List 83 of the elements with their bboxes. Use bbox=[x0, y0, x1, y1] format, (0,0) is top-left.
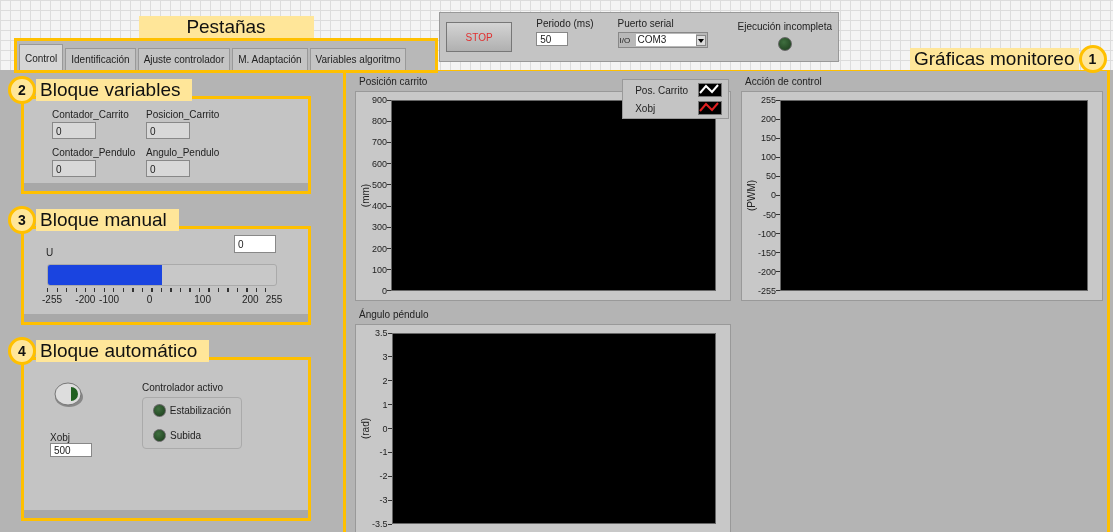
tab[interactable]: Ajuste controlador bbox=[137, 48, 231, 70]
tick-label: -150 bbox=[758, 247, 776, 258]
annotation-label: Bloque automático bbox=[36, 340, 210, 362]
tick-label: 150 bbox=[761, 133, 776, 144]
tick-label: 500 bbox=[372, 179, 388, 190]
tick-label: 0 bbox=[382, 285, 388, 296]
dropdown[interactable]: I/O COM3 bbox=[617, 32, 708, 48]
slider-label: U bbox=[46, 247, 55, 258]
indicator-label: Estabilización bbox=[169, 405, 231, 416]
tab[interactable]: Identificación bbox=[65, 48, 136, 70]
legend-label: Xobj bbox=[635, 102, 656, 114]
caret-icon[interactable] bbox=[695, 34, 706, 46]
tick-label: -50 bbox=[763, 209, 776, 220]
graph-title: Posición carrito bbox=[358, 76, 428, 89]
scale-label: 255 bbox=[265, 294, 280, 305]
tick-label: -200 bbox=[758, 266, 776, 277]
tick-label: 900 bbox=[372, 95, 388, 105]
number-field[interactable]: 50 bbox=[536, 32, 569, 46]
tick-label: 200 bbox=[761, 114, 776, 125]
tab[interactable]: Control bbox=[19, 44, 64, 70]
annotation-label: Bloque manual bbox=[36, 209, 179, 231]
indicator-label: Ejecución incompleta bbox=[737, 21, 832, 32]
tick-label: -1 bbox=[379, 447, 388, 458]
tick-label: -3 bbox=[379, 495, 388, 506]
field-label: Xobj bbox=[50, 432, 71, 443]
tick-label: 1 bbox=[382, 399, 388, 410]
annotation-number: 1 bbox=[1078, 45, 1107, 73]
axis-label: (mm) bbox=[360, 183, 372, 208]
number-field[interactable]: 0 bbox=[234, 235, 276, 253]
tick-label: 0 bbox=[382, 423, 388, 434]
tick-label: 0 bbox=[771, 190, 776, 201]
field-label: Periodo (ms) bbox=[536, 18, 594, 29]
field-label: Contador_Carrito bbox=[52, 109, 130, 120]
slider-track[interactable] bbox=[47, 264, 277, 286]
tick-label: 255 bbox=[761, 95, 776, 105]
scale-label: -200 bbox=[75, 294, 97, 305]
tick-label: -2 bbox=[379, 471, 388, 482]
round-button[interactable] bbox=[54, 382, 84, 408]
annotation-label: Bloque variables bbox=[36, 79, 193, 101]
group-label: Controlador activo bbox=[142, 382, 225, 393]
tick-label: 700 bbox=[372, 137, 388, 148]
tick-label: -100 bbox=[758, 228, 776, 239]
legend-label: Pos. Carrito bbox=[635, 84, 688, 96]
field-label: Posicion_Carrito bbox=[146, 109, 221, 120]
tick-label: 100 bbox=[372, 264, 388, 275]
number-field: 0 bbox=[146, 160, 190, 177]
annotation-number: 4 bbox=[8, 337, 36, 365]
tick-label: 200 bbox=[372, 243, 388, 254]
scale-label: 100 bbox=[194, 294, 212, 305]
graph-title: Acción de control bbox=[744, 76, 822, 89]
tick-label: 300 bbox=[372, 222, 388, 233]
field-label: Contador_Pendulo bbox=[52, 147, 137, 158]
tick-label: -3.5 bbox=[372, 519, 388, 529]
indicator-label: Subida bbox=[170, 430, 202, 441]
number-field: 0 bbox=[52, 122, 96, 139]
tick-label: 400 bbox=[372, 201, 388, 212]
tick-label: 3.5 bbox=[375, 328, 388, 338]
field-label: Puerto serial bbox=[617, 18, 675, 29]
tick-label: 50 bbox=[766, 171, 776, 182]
tick-label: 600 bbox=[372, 158, 388, 169]
tab[interactable]: M. Adaptación bbox=[232, 48, 308, 70]
tick-label: 100 bbox=[761, 152, 776, 163]
tick-label: -255 bbox=[758, 285, 776, 296]
scale-label: -100 bbox=[99, 294, 121, 305]
axis-label: (PWM) bbox=[746, 179, 758, 212]
annotation-label: Gráficas monitoreo bbox=[910, 48, 1079, 70]
scale-label: 0 bbox=[146, 294, 154, 305]
tick-label: 2 bbox=[382, 375, 388, 386]
annotation-label: Pestañas bbox=[138, 16, 314, 38]
axis-label: (rad) bbox=[360, 417, 372, 440]
annotation-number: 3 bbox=[8, 206, 36, 234]
tick-label: 3 bbox=[382, 351, 388, 362]
tab[interactable]: Variables algoritmo bbox=[309, 48, 407, 70]
graph-title: Ángulo péndulo bbox=[358, 309, 429, 322]
number-field: 0 bbox=[146, 122, 190, 139]
scale-label: 200 bbox=[241, 294, 260, 305]
number-field: 0 bbox=[52, 160, 96, 177]
annotation-number: 2 bbox=[8, 76, 36, 104]
io-label: I/O bbox=[619, 35, 632, 45]
tick-label: 800 bbox=[372, 116, 388, 127]
number-field[interactable]: 500 bbox=[50, 443, 92, 457]
scale-label: -255 bbox=[42, 294, 63, 305]
field-label: Angulo_Pendulo bbox=[146, 147, 221, 158]
